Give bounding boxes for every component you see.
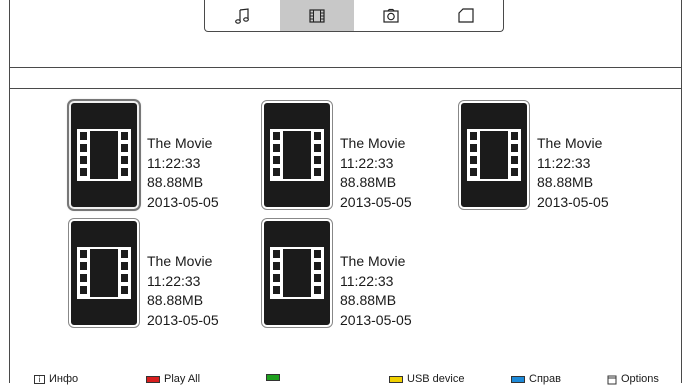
media-item[interactable]: The Movie 11:22:33 88.88MB 2013-05-05 (458, 100, 639, 212)
red-key[interactable]: Play All (146, 374, 200, 385)
blue-key[interactable]: Справ (511, 374, 561, 385)
tab-folder[interactable] (429, 0, 504, 31)
film-icon (309, 8, 325, 23)
red-key-icon (146, 376, 160, 383)
footer-keybar: i Инфо Play All USB device Справ Options (0, 372, 691, 385)
film-icon (77, 247, 131, 299)
media-duration: 11:22:33 (340, 272, 394, 289)
info-label: Инфо (49, 373, 79, 385)
media-title: The Movie (340, 253, 406, 269)
media-type-tabs (204, 0, 504, 32)
media-size: 88.88MB (340, 174, 397, 190)
media-date: 2013-05-05 (147, 311, 219, 328)
video-thumbnail[interactable] (261, 218, 333, 328)
media-duration: 11:22:33 (147, 272, 201, 289)
media-meta: The Movie 11:22:33 88.88MB 2013-05-05 (340, 134, 412, 212)
film-icon (270, 247, 324, 299)
media-meta: The Movie 11:22:33 88.88MB 2013-05-05 (340, 252, 412, 330)
camera-icon (383, 8, 399, 23)
media-meta: The Movie 11:22:33 88.88MB 2013-05-05 (147, 134, 219, 212)
media-item[interactable]: The Movie 11:22:33 88.88MB 2013-05-05 (261, 218, 442, 330)
folder-icon (458, 7, 474, 23)
options-label: Options (621, 373, 659, 385)
media-item[interactable]: The Movie 11:22:33 88.88MB 2013-05-05 (68, 218, 249, 330)
tab-photo[interactable] (354, 0, 429, 31)
divider-top (9, 67, 682, 68)
blue-key-icon (511, 376, 525, 383)
media-date: 2013-05-05 (147, 193, 219, 210)
options-icon (607, 375, 617, 384)
info-key[interactable]: i Инфо (34, 374, 78, 385)
video-thumbnail[interactable] (68, 218, 140, 328)
video-thumbnail[interactable] (261, 100, 333, 210)
media-item[interactable]: The Movie 11:22:33 88.88MB 2013-05-05 (261, 100, 442, 212)
blue-key-label: Справ (529, 373, 561, 385)
media-size: 88.88MB (537, 174, 594, 190)
media-title: The Movie (147, 253, 213, 269)
yellow-key-icon (389, 376, 403, 383)
options-key[interactable]: Options (607, 374, 659, 385)
video-thumbnail[interactable] (67, 99, 141, 211)
media-title: The Movie (537, 135, 603, 151)
media-title: The Movie (147, 135, 213, 151)
film-icon (467, 129, 521, 181)
media-size: 88.88MB (147, 292, 204, 308)
yellow-key-label: USB device (407, 373, 465, 385)
film-icon (77, 129, 131, 181)
video-thumbnail[interactable] (458, 100, 530, 210)
media-size: 88.88MB (340, 292, 397, 308)
green-key-icon (266, 374, 280, 381)
media-duration: 11:22:33 (537, 154, 591, 171)
tab-video[interactable] (279, 0, 354, 31)
divider-path (9, 88, 682, 89)
media-duration: 11:22:33 (340, 154, 394, 171)
media-duration: 11:22:33 (147, 154, 201, 171)
green-key[interactable] (266, 374, 284, 381)
media-title: The Movie (340, 135, 406, 151)
media-date: 2013-05-05 (340, 193, 412, 210)
media-meta: The Movie 11:22:33 88.88MB 2013-05-05 (147, 252, 219, 330)
yellow-key[interactable]: USB device (389, 374, 464, 385)
film-icon (270, 129, 324, 181)
media-item[interactable]: The Movie 11:22:33 88.88MB 2013-05-05 (67, 99, 249, 212)
tab-music[interactable] (205, 0, 280, 31)
music-note-icon (235, 7, 250, 24)
red-key-label: Play All (164, 373, 201, 385)
media-meta: The Movie 11:22:33 88.88MB 2013-05-05 (537, 134, 609, 212)
media-date: 2013-05-05 (340, 311, 412, 328)
media-date: 2013-05-05 (537, 193, 609, 210)
media-size: 88.88MB (147, 174, 204, 190)
